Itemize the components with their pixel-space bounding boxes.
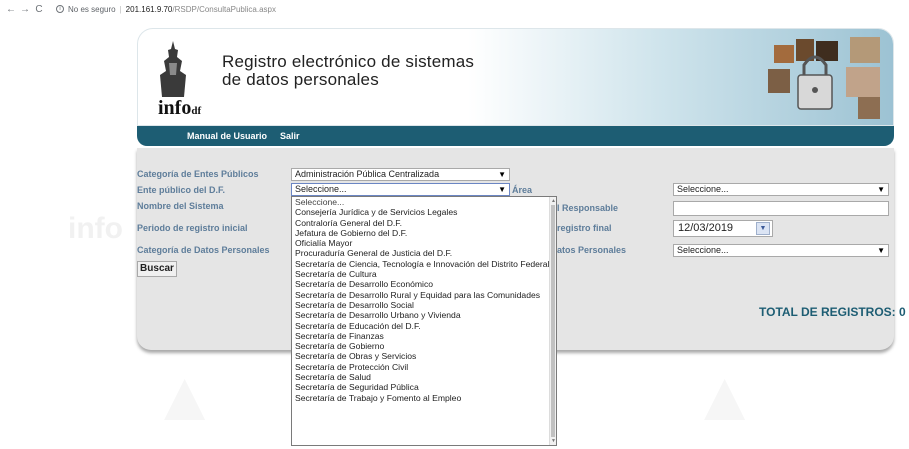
dropdown-items: Seleccione... Consejería Jurídica y de Se… xyxy=(292,197,556,403)
page: ← → C i No es seguro | 201.161.9.70 /RSD… xyxy=(0,0,909,449)
nombre-sistema-label: Nombre del Sistema xyxy=(137,201,224,211)
chevron-down-icon: ▼ xyxy=(498,170,506,179)
ente-publico-label: Ente público del D.F. xyxy=(137,185,226,195)
categoria-entes-select[interactable]: Administración Pública Centralizada ▼ xyxy=(291,168,510,181)
dropdown-option[interactable]: Secretaría de Cultura xyxy=(292,269,550,279)
dropdown-option[interactable]: Secretaría de Protección Civil xyxy=(292,362,550,372)
logo-text: info xyxy=(158,97,192,119)
browser-toolbar: ← → C i No es seguro | 201.161.9.70 /RSD… xyxy=(0,0,909,18)
dropdown-option[interactable]: Secretaría de Desarrollo Económico xyxy=(292,279,550,289)
scroll-down-icon[interactable]: ▼ xyxy=(551,438,556,444)
area-select[interactable]: Seleccione... ▼ xyxy=(673,183,889,196)
ente-publico-value: Seleccione... xyxy=(295,184,347,194)
responsable-label: l Responsable xyxy=(557,203,619,213)
dropdown-option[interactable]: Consejería Jurídica y de Servicios Legal… xyxy=(292,207,550,217)
dropdown-option[interactable]: Secretaría de Seguridad Pública xyxy=(292,382,550,392)
registro-final-date-input[interactable]: 12/03/2019 ▼ xyxy=(673,220,773,237)
scroll-up-icon[interactable]: ▲ xyxy=(551,198,556,204)
dropdown-option[interactable]: Secretaría de Salud xyxy=(292,372,550,382)
dropdown-option[interactable]: Secretaría de Desarrollo Rural y Equidad… xyxy=(292,290,550,300)
arrow-right-icon[interactable]: → xyxy=(18,4,32,15)
dropdown-option[interactable]: Secretaría de Desarrollo Urbano y Vivien… xyxy=(292,310,550,320)
dropdown-option[interactable]: Oficialía Mayor xyxy=(292,238,550,248)
security-label: No es seguro xyxy=(68,4,116,14)
responsable-input[interactable] xyxy=(673,201,889,216)
url-host: 201.161.9.70 xyxy=(125,4,173,14)
total-registros: TOTAL DE REGISTROS: 0 xyxy=(759,305,906,319)
chevron-down-icon: ▼ xyxy=(498,185,506,194)
arrow-left-icon[interactable]: ← xyxy=(4,4,18,15)
area-label: Área xyxy=(512,185,533,195)
datos-personales-value: Seleccione... xyxy=(677,245,729,255)
info-icon[interactable]: i xyxy=(56,5,64,13)
chevron-down-icon: ▼ xyxy=(877,246,885,255)
dropdown-option[interactable]: Secretaría de Educación del D.F. xyxy=(292,321,550,331)
dropdown-scrollbar[interactable]: ▲ ▼ xyxy=(549,197,556,445)
watermark-figure-right: ▲ xyxy=(690,357,760,435)
watermark-logo: info xyxy=(68,212,123,245)
area-value: Seleccione... xyxy=(677,184,729,194)
dropdown-option[interactable]: Secretaría de Finanzas xyxy=(292,331,550,341)
logo-sub: df xyxy=(191,105,202,117)
categoria-entes-label: Categoría de Entes Públicos xyxy=(137,169,259,179)
dropdown-option[interactable]: Seleccione... xyxy=(292,197,550,207)
nav-manual-link[interactable]: Manual de Usuario xyxy=(187,131,267,141)
header-banner: infodf Registro electrónico de sistemas … xyxy=(137,28,894,126)
infodf-monument-logo-icon xyxy=(160,41,186,97)
site-title-line1: Registro electrónico de sistemas xyxy=(222,52,475,71)
dropdown-option[interactable]: Secretaría de Gobierno xyxy=(292,341,550,351)
scrollbar-thumb[interactable] xyxy=(551,205,555,437)
dropdown-option[interactable]: Jefatura de Gobierno del D.F. xyxy=(292,228,550,238)
categoria-entes-value: Administración Pública Centralizada xyxy=(295,169,440,179)
photo-collage-padlock-icon xyxy=(768,37,880,119)
reload-icon[interactable]: C xyxy=(32,4,46,15)
address-bar[interactable]: i No es seguro | 201.161.9.70 /RSDP/Cons… xyxy=(56,2,276,16)
address-divider: | xyxy=(119,4,122,14)
datos-personales-label: atos Personales xyxy=(557,245,627,255)
calendar-dropdown-icon[interactable]: ▼ xyxy=(756,222,770,235)
dropdown-option[interactable]: Secretaría de Obras y Servicios xyxy=(292,351,550,361)
site-title-line2: de datos personales xyxy=(222,70,379,89)
dropdown-option[interactable]: Contraloría General del D.F. xyxy=(292,218,550,228)
dropdown-option[interactable]: Procuraduría General de Justicia del D.F… xyxy=(292,248,550,258)
main-nav: Manual de Usuario Salir xyxy=(137,126,894,146)
periodo-inicial-label: Periodo de registro inicial xyxy=(137,223,248,233)
dropdown-option[interactable]: Secretaría de Ciencia, Tecnología e Inno… xyxy=(292,259,550,269)
ente-publico-select[interactable]: Seleccione... ▼ xyxy=(291,183,510,196)
datos-personales-select[interactable]: Seleccione... ▼ xyxy=(673,244,889,257)
categoria-datos-label: Categoría de Datos Personales xyxy=(137,245,270,255)
watermark-figure-left: ▲ xyxy=(150,357,220,435)
nav-salir-link[interactable]: Salir xyxy=(280,131,300,141)
ente-publico-options-list[interactable]: Seleccione... Consejería Jurídica y de Se… xyxy=(291,196,557,446)
registro-final-label: registro final xyxy=(557,223,612,233)
chevron-down-icon: ▼ xyxy=(877,185,885,194)
buscar-button[interactable]: Buscar xyxy=(137,261,177,277)
dropdown-option[interactable]: Secretaría de Trabajo y Fomento al Emple… xyxy=(292,393,550,403)
site-title: Registro electrónico de sistemas de dato… xyxy=(222,53,474,89)
url-path: /RSDP/ConsultaPublica.aspx xyxy=(172,4,276,14)
logo-wordmark: infodf xyxy=(158,97,201,120)
dropdown-option[interactable]: Secretaría de Desarrollo Social xyxy=(292,300,550,310)
registro-final-value: 12/03/2019 xyxy=(678,222,734,234)
